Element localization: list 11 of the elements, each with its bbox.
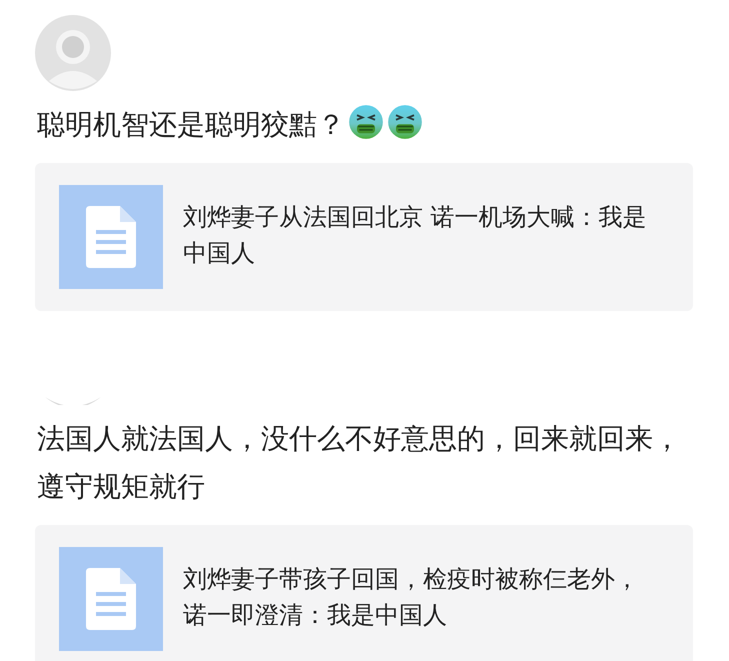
link-card[interactable]: 刘烨妻子从法国回北京 诺一机场大喊：我是中国人	[35, 163, 693, 311]
post-text: 聪明机智还是聪明狡黠？	[37, 108, 345, 141]
link-card[interactable]: 刘烨妻子带孩子回国，检疫时被称仨老外，诺一即澄清：我是中国人	[35, 525, 693, 661]
link-title: 刘烨妻子带孩子回国，检疫时被称仨老外，诺一即澄清：我是中国人	[183, 564, 640, 631]
document-icon	[86, 568, 136, 630]
avatar[interactable]	[35, 15, 111, 91]
document-icon	[86, 206, 136, 268]
nauseated-face-icon	[387, 104, 423, 140]
nauseated-face-icon	[348, 104, 384, 140]
link-title: 刘烨妻子从法国回北京 诺一机场大喊：我是中国人	[183, 202, 648, 269]
post-text: 法国人就法国人，没什么不好意思的，回来就回来，遵守规矩就行	[37, 422, 681, 503]
